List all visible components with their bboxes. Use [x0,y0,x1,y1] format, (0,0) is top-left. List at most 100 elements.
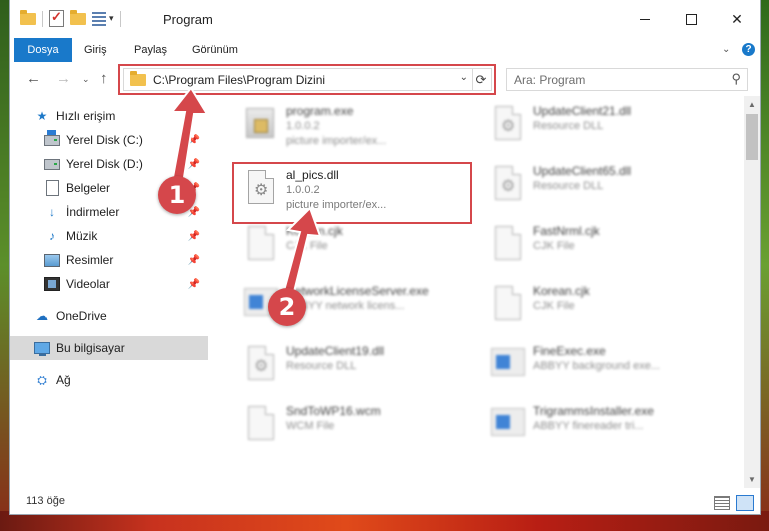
desktop-background-bottom [0,511,769,531]
sidebar-item-videos[interactable]: Videolar 📌 [10,272,208,296]
file-item-al-pics-dll[interactable]: ⚙ al_pics.dll 1.0.0.2 picture importer/e… [238,164,478,220]
file-item-updateclient21[interactable]: ⚙ UpdateClient21.dll Resource DLL [485,100,725,156]
folder-icon [130,71,146,86]
address-dropdown-icon[interactable]: ⌄ [460,72,468,83]
sidebar-item-pictures[interactable]: Resimler 📌 [10,248,208,272]
dll-icon: ⚙ [491,106,523,146]
file-icon [244,406,276,446]
file-name: UpdateClient19.dll [286,344,385,358]
sidebar-item-label: Belgeler [66,181,111,195]
up-button[interactable]: ↑ [100,70,108,87]
tab-share[interactable]: Paylaş [134,38,167,62]
item-count: 113 öğe [26,495,65,507]
pin-icon[interactable]: 📌 [188,231,200,242]
file-name: UpdateClient65.dll [533,164,632,178]
file-description: ABBYY finereader tri... [533,420,644,432]
sidebar-item-this-pc[interactable]: Bu bilgisayar [10,336,208,360]
file-item-updateclient19[interactable]: ⚙ UpdateClient19.dll Resource DLL [238,340,478,396]
close-icon: ✕ [731,10,743,27]
tab-home[interactable]: Giriş [84,38,107,62]
file-item-korean-cjk-2[interactable]: Korean.cjk CJK File [485,280,725,336]
drive-icon [44,156,60,172]
sidebar-item-music[interactable]: ♪ Müzik 📌 [10,224,208,248]
file-name: Korean.cjk [286,224,343,238]
tab-file[interactable]: Dosya [14,38,72,62]
onedrive-icon: ☁ [36,309,48,323]
sidebar-item-label: Ağ [56,373,71,387]
sidebar-item-onedrive[interactable]: ☁ OneDrive [10,304,208,328]
sidebar-item-quick-access[interactable]: ★ Hızlı erişim [10,104,208,128]
file-item-fastnrml-cjk[interactable]: FastNrml.cjk CJK File [485,220,725,276]
file-name: NetworkLicenseServer.exe [286,284,429,298]
sidebar-item-label: Yerel Disk (D:) [66,157,143,171]
sidebar-item-network[interactable]: ⛭ Ağ [10,368,208,392]
customize-icon[interactable] [92,11,106,26]
file-description: ABBYY background exe... [533,360,660,372]
file-item-trigrammsinstaller[interactable]: TrigrammsInstaller.exe ABBYY finereader … [485,400,725,456]
address-bar[interactable]: C:\Program Files\Program Dizini ⌄ [123,68,473,91]
sidebar-item-label: Resimler [66,253,114,267]
file-item-program-exe[interactable]: program.exe 1.0.0.2 picture importer/ex.… [238,100,478,156]
scrollbar-thumb[interactable] [746,114,758,160]
new-folder-icon[interactable] [70,9,86,25]
file-name: UpdateClient21.dll [533,104,632,118]
sidebar-item-label: OneDrive [56,309,107,323]
pin-icon[interactable]: 📌 [188,255,200,266]
pictures-icon [44,252,60,268]
sidebar-item-label: İndirmeler [66,205,120,219]
details-view-icon[interactable] [714,496,730,510]
address-path[interactable]: C:\Program Files\Program Dizini [153,73,325,87]
sidebar-item-local-disk-c[interactable]: Yerel Disk (C:) 📌 [10,128,208,152]
file-name: SndToWP16.wcm [286,404,381,418]
tiles-view-icon[interactable] [736,495,754,511]
file-type: Resource DLL [286,360,357,372]
expand-ribbon-icon[interactable]: ⌄ [722,44,730,55]
divider [119,10,121,27]
step-badge-1: 1 [158,176,196,214]
file-type: CJK File [533,240,575,252]
file-item-fineexec[interactable]: FineExec.exe ABBYY background exe... [485,340,725,396]
file-item-korean-cjk[interactable]: Korean.cjk CJK File [238,220,478,276]
scroll-down-icon[interactable]: ▼ [748,475,756,484]
search-box[interactable]: Ara: Program ⚲ [506,68,748,91]
maximize-button[interactable] [668,0,714,38]
download-icon: ↓ [49,205,55,219]
vertical-scrollbar[interactable]: ▲ ▼ [744,96,760,488]
forward-button[interactable]: → [56,70,71,87]
app-icon [491,406,525,446]
file-name: Korean.cjk [533,284,590,298]
file-item-updateclient65[interactable]: ⚙ UpdateClient65.dll Resource DLL [485,160,725,216]
sidebar-item-local-disk-d[interactable]: Yerel Disk (D:) 📌 [10,152,208,176]
file-description: picture importer/ex... [286,199,387,211]
search-input[interactable]: Ara: Program [514,73,585,87]
pin-icon[interactable]: 📌 [188,279,200,290]
dll-icon: ⚙ [244,170,276,210]
file-version: 1.0.0.2 [286,184,320,196]
back-button[interactable]: ← [26,70,41,87]
close-button[interactable]: ✕ [714,0,760,38]
minimize-button[interactable] [622,0,668,38]
file-icon [244,226,276,266]
file-item-sndtowp16[interactable]: SndToWP16.wcm WCM File [238,400,478,456]
videos-icon [44,276,60,292]
step-badge-2: 2 [268,288,306,326]
recent-locations-icon[interactable]: ⌄ [82,74,90,85]
properties-check-icon[interactable] [49,9,64,27]
sidebar-item-label: Videolar [66,277,110,291]
pin-icon[interactable]: 📌 [188,159,200,170]
maximize-icon [685,13,697,25]
file-type: Resource DLL [533,180,604,192]
scroll-up-icon[interactable]: ▲ [748,100,756,109]
pin-icon[interactable]: 📌 [188,135,200,146]
sidebar-item-label: Hızlı erişim [56,109,116,123]
refresh-button[interactable]: ⟳ [471,68,492,91]
tab-view[interactable]: Görünüm [192,38,238,62]
file-type: Resource DLL [533,120,604,132]
help-icon[interactable]: ? [742,43,755,56]
file-name: TrigrammsInstaller.exe [533,404,654,418]
file-type: WCM File [286,420,335,432]
qat-dropdown-icon[interactable]: ▾ [109,13,114,24]
drive-windows-icon [44,129,60,148]
sidebar-item-label: Bu bilgisayar [56,341,125,355]
music-icon: ♪ [49,229,55,243]
